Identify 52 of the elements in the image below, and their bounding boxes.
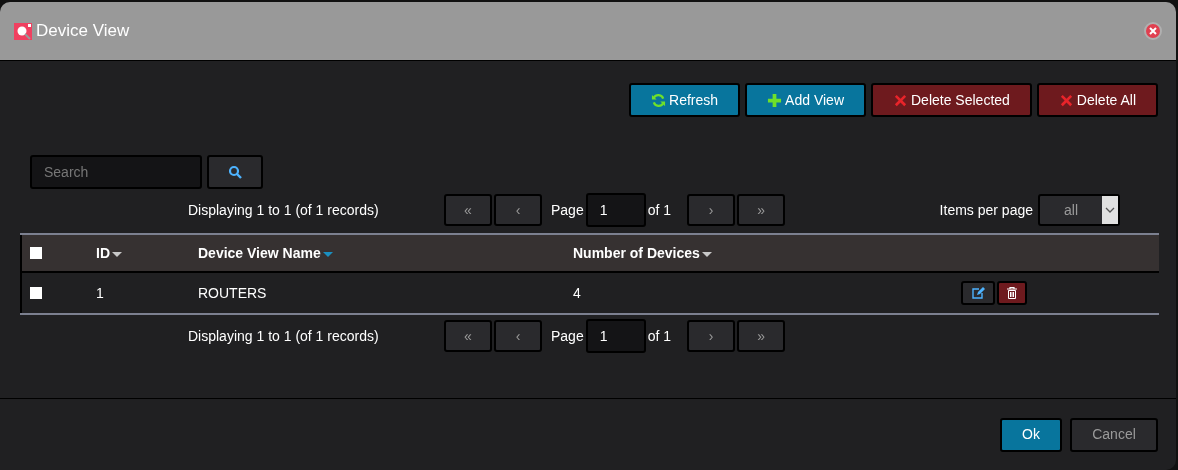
dialog-button[interactable]: Ok bbox=[1000, 417, 1062, 452]
page-label: Page bbox=[551, 200, 584, 220]
close-button[interactable] bbox=[1144, 22, 1162, 40]
device-search-icon bbox=[14, 22, 32, 40]
delete-button[interactable] bbox=[997, 281, 1027, 305]
last-page-button[interactable]: » bbox=[737, 320, 786, 352]
page-count: of 1 bbox=[647, 200, 672, 220]
column-header[interactable]: Device View Name bbox=[198, 242, 321, 264]
dialog-button[interactable]: Cancel bbox=[1070, 417, 1158, 452]
cross-icon bbox=[1058, 92, 1074, 108]
column-header[interactable]: ID bbox=[96, 242, 110, 264]
first-page-button[interactable]: « bbox=[444, 194, 492, 226]
sort-caret-icon[interactable] bbox=[112, 252, 122, 257]
edit-button[interactable] bbox=[961, 281, 995, 305]
search-icon bbox=[228, 165, 242, 179]
search-button[interactable] bbox=[207, 155, 263, 189]
record-summary: Displaying 1 to 1 (of 1 records) bbox=[187, 326, 380, 346]
sort-caret-icon[interactable] bbox=[322, 252, 333, 257]
items-per-page-select[interactable]: all bbox=[1038, 194, 1120, 226]
search-field[interactable]: Search bbox=[30, 155, 202, 189]
first-page-button[interactable]: « bbox=[444, 320, 492, 352]
page-label: Page bbox=[551, 326, 584, 346]
table-cell: 1 bbox=[96, 285, 104, 301]
page-field[interactable]: 1 bbox=[585, 193, 646, 227]
next-page-button[interactable]: › bbox=[687, 194, 736, 226]
checkbox[interactable] bbox=[30, 287, 42, 299]
chevron-down-icon bbox=[1105, 207, 1115, 213]
page-field[interactable]: 1 bbox=[585, 319, 646, 353]
previous-page-button[interactable]: ‹ bbox=[494, 320, 542, 352]
page-count: of 1 bbox=[647, 326, 672, 346]
next-page-button[interactable]: › bbox=[687, 320, 736, 352]
toolbar-button[interactable]: Delete All bbox=[1036, 83, 1158, 117]
table-cell: 4 bbox=[573, 285, 581, 301]
previous-page-button[interactable]: ‹ bbox=[494, 194, 542, 226]
column-header[interactable]: Number of Devices bbox=[573, 242, 700, 264]
plus-icon bbox=[767, 92, 783, 108]
toolbar-button[interactable]: Delete Selected bbox=[871, 83, 1032, 117]
checkbox[interactable] bbox=[30, 247, 42, 259]
record-summary: Displaying 1 to 1 (of 1 records) bbox=[187, 200, 380, 220]
window-title: Device View bbox=[36, 20, 130, 43]
toolbar-button[interactable]: Add View bbox=[745, 83, 866, 117]
toolbar-button[interactable]: Refresh bbox=[629, 83, 741, 117]
cross-icon bbox=[893, 92, 908, 108]
table-cell: ROUTERS bbox=[198, 285, 267, 301]
items-per-page-label: Items per page bbox=[939, 200, 1033, 220]
last-page-button[interactable]: » bbox=[737, 194, 786, 226]
edit-icon bbox=[971, 287, 985, 299]
trash-icon bbox=[1007, 287, 1017, 299]
table-row[interactable]: 1 ROUTERS 4 bbox=[20, 273, 1159, 313]
close-icon bbox=[1149, 27, 1157, 35]
refresh-icon bbox=[651, 92, 667, 108]
sort-caret-icon[interactable] bbox=[701, 252, 712, 257]
